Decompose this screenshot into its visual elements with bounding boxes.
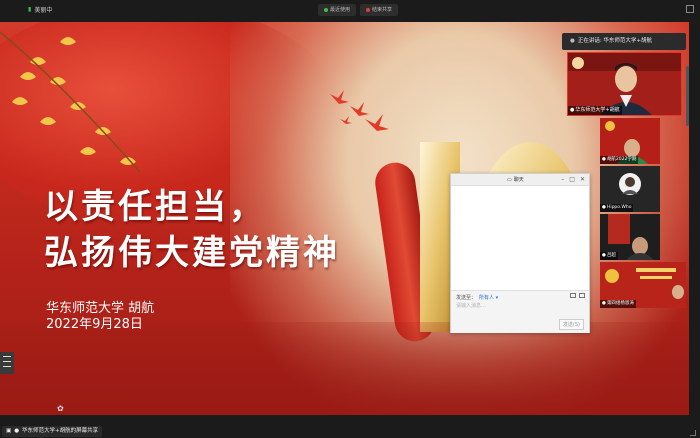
network-signal-icon: ▮ <box>28 6 32 13</box>
slide-meta: 华东师范大学 胡航 2022年9月28日 <box>46 301 154 333</box>
speaking-indicator: ● 正在讲话: 华东师范大学+胡航 <box>562 33 686 50</box>
stop-share-label: 结束共享 <box>372 7 393 13</box>
participant-tile[interactable]: ● Hippo.Who <box>600 166 660 212</box>
participant-name-text: 吕超 <box>606 253 616 258</box>
menu-toggle[interactable] <box>0 352 14 374</box>
window-controls <box>686 5 694 13</box>
chat-bubble-icon: ▭ <box>507 176 512 183</box>
participant-name: ● Hippo.Who <box>600 204 634 212</box>
slide-date: 2022年9月28日 <box>46 317 143 332</box>
participant-name: ● 第四组杨恩涛 <box>600 300 636 308</box>
main-speaker-name-text: 华东师范大学+胡航 <box>575 107 620 113</box>
participant-name-text: 第四组杨恩涛 <box>606 301 634 306</box>
headline-line-2: 弘扬伟大建党精神 <box>44 233 340 273</box>
menu-icon-line <box>3 366 11 367</box>
main-speaker-tile[interactable]: ● 华东师范大学+胡航 <box>567 52 682 116</box>
active-dot-icon <box>324 8 328 12</box>
send-to-dropdown[interactable]: 所有人 ▾ <box>479 294 498 301</box>
main-speaker-name: ● 华东师范大学+胡航 <box>568 106 622 115</box>
participant-name: ● 胡航2022学期 <box>600 156 639 164</box>
participant-tile[interactable]: ● 胡航2022学期 <box>600 118 660 164</box>
send-to-row: 发送至： 所有人 ▾ <box>456 294 498 301</box>
participant-name-text: 胡航2022学期 <box>606 157 637 162</box>
menu-icon-line <box>3 361 11 362</box>
mic-small-icon: ● <box>570 107 575 113</box>
recent-button[interactable]: 最近使用 <box>318 4 357 16</box>
top-bar: ▮ 美丽中 最近使用 结束共享 <box>0 0 700 22</box>
chat-title-label: 聊天 <box>513 177 524 183</box>
doves-decoration <box>330 90 389 131</box>
participant-name-text: Hippo.Who <box>606 205 632 210</box>
menu-icon-line <box>3 356 11 357</box>
participant-name: ● 吕超 <box>600 252 618 260</box>
stop-share-button[interactable]: 结束共享 <box>360 4 399 16</box>
share-controls: 最近使用 结束共享 <box>318 4 399 16</box>
share-label-text: 华东师范大学+胡航的屏幕共享 <box>22 428 99 434</box>
mic-status-icon: ● <box>14 428 20 434</box>
slide-floor <box>0 322 689 415</box>
app-title-area: ▮ 美丽中 <box>28 5 52 14</box>
chat-title: ▭ 聊天 <box>507 176 524 184</box>
maximize-icon[interactable] <box>686 5 694 13</box>
mic-icon: ● <box>602 157 606 162</box>
chat-input[interactable]: 请输入消息… <box>456 302 486 309</box>
participant-tile[interactable]: ● 吕超 <box>600 214 660 260</box>
microphone-icon: ● <box>570 38 575 44</box>
app-title: 美丽中 <box>34 7 53 14</box>
annotation-tool-icon[interactable]: ✿ <box>57 404 66 413</box>
screen-share-label: ▣ ● 华东师范大学+胡航的屏幕共享 <box>2 426 103 437</box>
mic-icon: ● <box>602 253 606 258</box>
mic-icon: ● <box>602 301 606 306</box>
recent-button-label: 最近使用 <box>330 7 351 13</box>
participants-panel: ● 正在讲话: 华东师范大学+胡航 ● 华东师范大学+胡航 ● 胡航2022学期… <box>562 30 690 320</box>
institution-speaker: 华东师范大学 胡航 <box>46 301 155 316</box>
send-button[interactable]: 发送(S) <box>558 319 584 330</box>
ginkgo-leaves-decoration <box>0 31 141 173</box>
stop-dot-icon <box>366 8 371 12</box>
meeting-window: ▮ 美丽中 最近使用 结束共享 以责任担当， 弘扬伟大建党精神 华东师范大学 胡… <box>0 0 700 438</box>
resize-handle[interactable] <box>690 430 696 436</box>
mic-icon: ● <box>602 205 606 210</box>
participants-scrollbar[interactable] <box>686 66 689 126</box>
slide-headline: 以责任担当， 弘扬伟大建党精神 <box>44 184 340 276</box>
status-bar: ▣ ● 华东师范大学+胡航的屏幕共享 <box>0 425 700 438</box>
speaking-label: 正在讲话: 华东师范大学+胡航 <box>577 38 653 44</box>
send-to-label: 发送至： <box>456 295 477 301</box>
headline-line-1: 以责任担当， <box>44 187 266 227</box>
screen-icon: ▣ <box>6 428 12 434</box>
participant-tile[interactable]: ● 第四组杨恩涛 <box>600 262 686 308</box>
